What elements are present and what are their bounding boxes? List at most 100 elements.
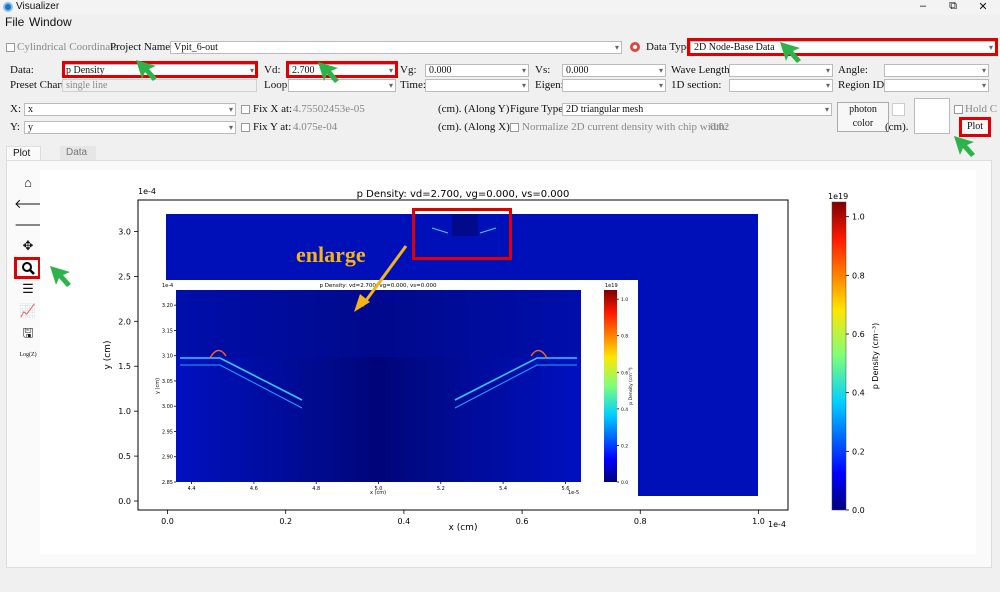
chevron-down-icon: ▾ [825, 66, 830, 75]
chevron-down-icon: ▾ [228, 123, 233, 132]
main-x-tick-label: 0.4 [398, 517, 411, 526]
chevron-down-icon: ▾ [981, 81, 986, 90]
time-label: Time: [400, 79, 426, 91]
inset-y-tick-label: 3.05 [162, 379, 173, 385]
inset-x-tick-label: 4.8 [312, 486, 320, 492]
main-y-tick-label: 2.5 [118, 272, 131, 281]
main-x-axis-label: x (cm) [449, 523, 478, 533]
chevron-down-icon: ▾ [658, 81, 663, 90]
main-x-tick-label: 1.0 [752, 517, 765, 526]
vs-value: 0.000 [566, 65, 589, 76]
fix-y-value[interactable]: 4.075e-04 [293, 121, 337, 133]
pan-icon[interactable]: ✥ [14, 237, 42, 255]
cylindrical-checkbox[interactable] [6, 43, 15, 52]
fix-x-value[interactable]: 4.75502453e-05 [293, 103, 365, 115]
inset-x-tick-label: 5.0 [375, 486, 383, 492]
vd-select[interactable]: 2.700 ▾ [288, 64, 396, 77]
main-x-tick-label: 0.8 [634, 517, 647, 526]
main-colorbar [831, 201, 847, 511]
vd-label: Vd: [264, 64, 281, 76]
y-value: y [28, 122, 33, 133]
normalize-value[interactable]: 0.02 [710, 121, 729, 133]
tab-data-table[interactable]: Data Table [60, 146, 96, 172]
cm-label: (cm). [885, 121, 909, 133]
chevron-down-icon: ▾ [521, 81, 526, 90]
photon-color-swatch[interactable] [892, 103, 905, 116]
restore-button[interactable]: ⧉ [938, 0, 968, 13]
configure-subplots-icon[interactable]: ☰ [14, 280, 42, 298]
main-y-tick-label: 0.5 [118, 452, 131, 461]
vg-label: Vg: [400, 64, 417, 76]
fix-y-checkbox[interactable] [241, 123, 250, 132]
back-arrow-icon[interactable]: 🡐 [14, 195, 49, 213]
vs-select[interactable]: 0.000 ▾ [562, 64, 666, 77]
fix-x-checkbox[interactable] [241, 105, 250, 114]
inset-colorbar-tick-label: 0.0 [621, 480, 628, 486]
photon-color-button[interactable]: photon color [837, 102, 889, 132]
angle-label: Angle: [838, 64, 868, 76]
log-icon[interactable]: Log(Z) [14, 346, 42, 364]
main-colorbar-tick-label: 0.2 [852, 447, 865, 456]
chevron-down-icon: ▾ [988, 43, 993, 52]
chrome-icon[interactable] [629, 41, 641, 53]
plot-button[interactable]: Plot [961, 119, 989, 135]
eigen-select[interactable]: ▾ [562, 79, 666, 92]
color-preview [914, 98, 950, 134]
forward-arrow-icon[interactable]: 🡒 [14, 216, 49, 234]
save-icon[interactable]: 🖫 [14, 324, 42, 342]
main-colorbar-tick-label: 0.0 [852, 506, 865, 515]
chevron-down-icon: ▾ [658, 66, 663, 75]
chevron-down-icon: ▾ [824, 105, 829, 114]
loop-select[interactable]: ▾ [288, 79, 396, 92]
vg-select[interactable]: 0.000 ▾ [425, 64, 529, 77]
chart-svg: p Density: vd=2.700, vg=0.000, vs=0.000 x… [103, 187, 880, 533]
edit-curve-icon[interactable]: 📈 [14, 302, 42, 320]
inset-x-tick-label: 5.4 [499, 486, 507, 492]
chevron-down-icon: ▾ [228, 105, 233, 114]
close-button[interactable]: ✕ [968, 0, 998, 13]
chevron-down-icon: ▾ [825, 81, 830, 90]
project-name-label: Project Name: [110, 41, 174, 53]
main-heatmap-gate [452, 214, 478, 236]
vg-value: 0.000 [429, 65, 452, 76]
main-colorbar-tick-label: 0.8 [852, 271, 865, 280]
fix-x-label: Fix X at: [253, 103, 293, 115]
figure-type-select[interactable]: 2D triangular mesh ▾ [562, 103, 832, 116]
chevron-down-icon: ▾ [388, 66, 393, 75]
inset-y-tick-label: 3.10 [162, 354, 173, 360]
inset-plot [176, 290, 617, 482]
project-name-select[interactable]: Vpit_6-out ▾ [170, 41, 622, 54]
inset-x-tick-label: 4.4 [188, 486, 196, 492]
inset-x-tick-label: 5.2 [437, 486, 445, 492]
wavelength-select[interactable]: ▾ [729, 64, 833, 77]
main-y-axis-label: y (cm) [103, 341, 113, 370]
eigen-label: Eigen: [535, 79, 564, 91]
home-icon[interactable]: ⌂ [14, 174, 42, 192]
menu-file[interactable]: File [5, 15, 24, 29]
preset-chart-select[interactable]: single line [62, 79, 257, 92]
tab-plot-area[interactable]: Plot Area [6, 146, 42, 173]
data-label: Data: [10, 64, 34, 76]
region-id-label: Region ID: [838, 79, 888, 91]
data-type-select[interactable]: 2D Node-Base Data ▾ [690, 41, 996, 54]
y-select[interactable]: y ▾ [24, 121, 236, 134]
inset-colorbar-tick-label: 0.6 [621, 370, 628, 376]
time-select[interactable]: ▾ [425, 79, 529, 92]
hold-checkbox[interactable] [954, 105, 963, 114]
inset-colorbar [604, 290, 617, 482]
x-select[interactable]: x ▾ [24, 103, 236, 116]
minimize-button[interactable]: – [908, 0, 938, 12]
normalize-checkbox[interactable] [510, 123, 519, 132]
along-x-label: (cm). (Along X) [438, 121, 510, 133]
data-value: p Density [66, 65, 105, 76]
app-icon [3, 2, 13, 12]
menu-window[interactable]: Window [29, 15, 72, 29]
zoom-icon[interactable] [14, 259, 42, 277]
data-select[interactable]: p Density ▾ [62, 64, 257, 77]
enlarge-arrow [354, 245, 408, 312]
main-y-tick-label: 1.5 [118, 362, 131, 371]
main-x-tick-label: 0.2 [279, 517, 292, 526]
region-id-select[interactable]: ▾ [884, 79, 989, 92]
section-select[interactable]: ▾ [729, 79, 833, 92]
angle-select[interactable]: ▾ [884, 64, 989, 77]
